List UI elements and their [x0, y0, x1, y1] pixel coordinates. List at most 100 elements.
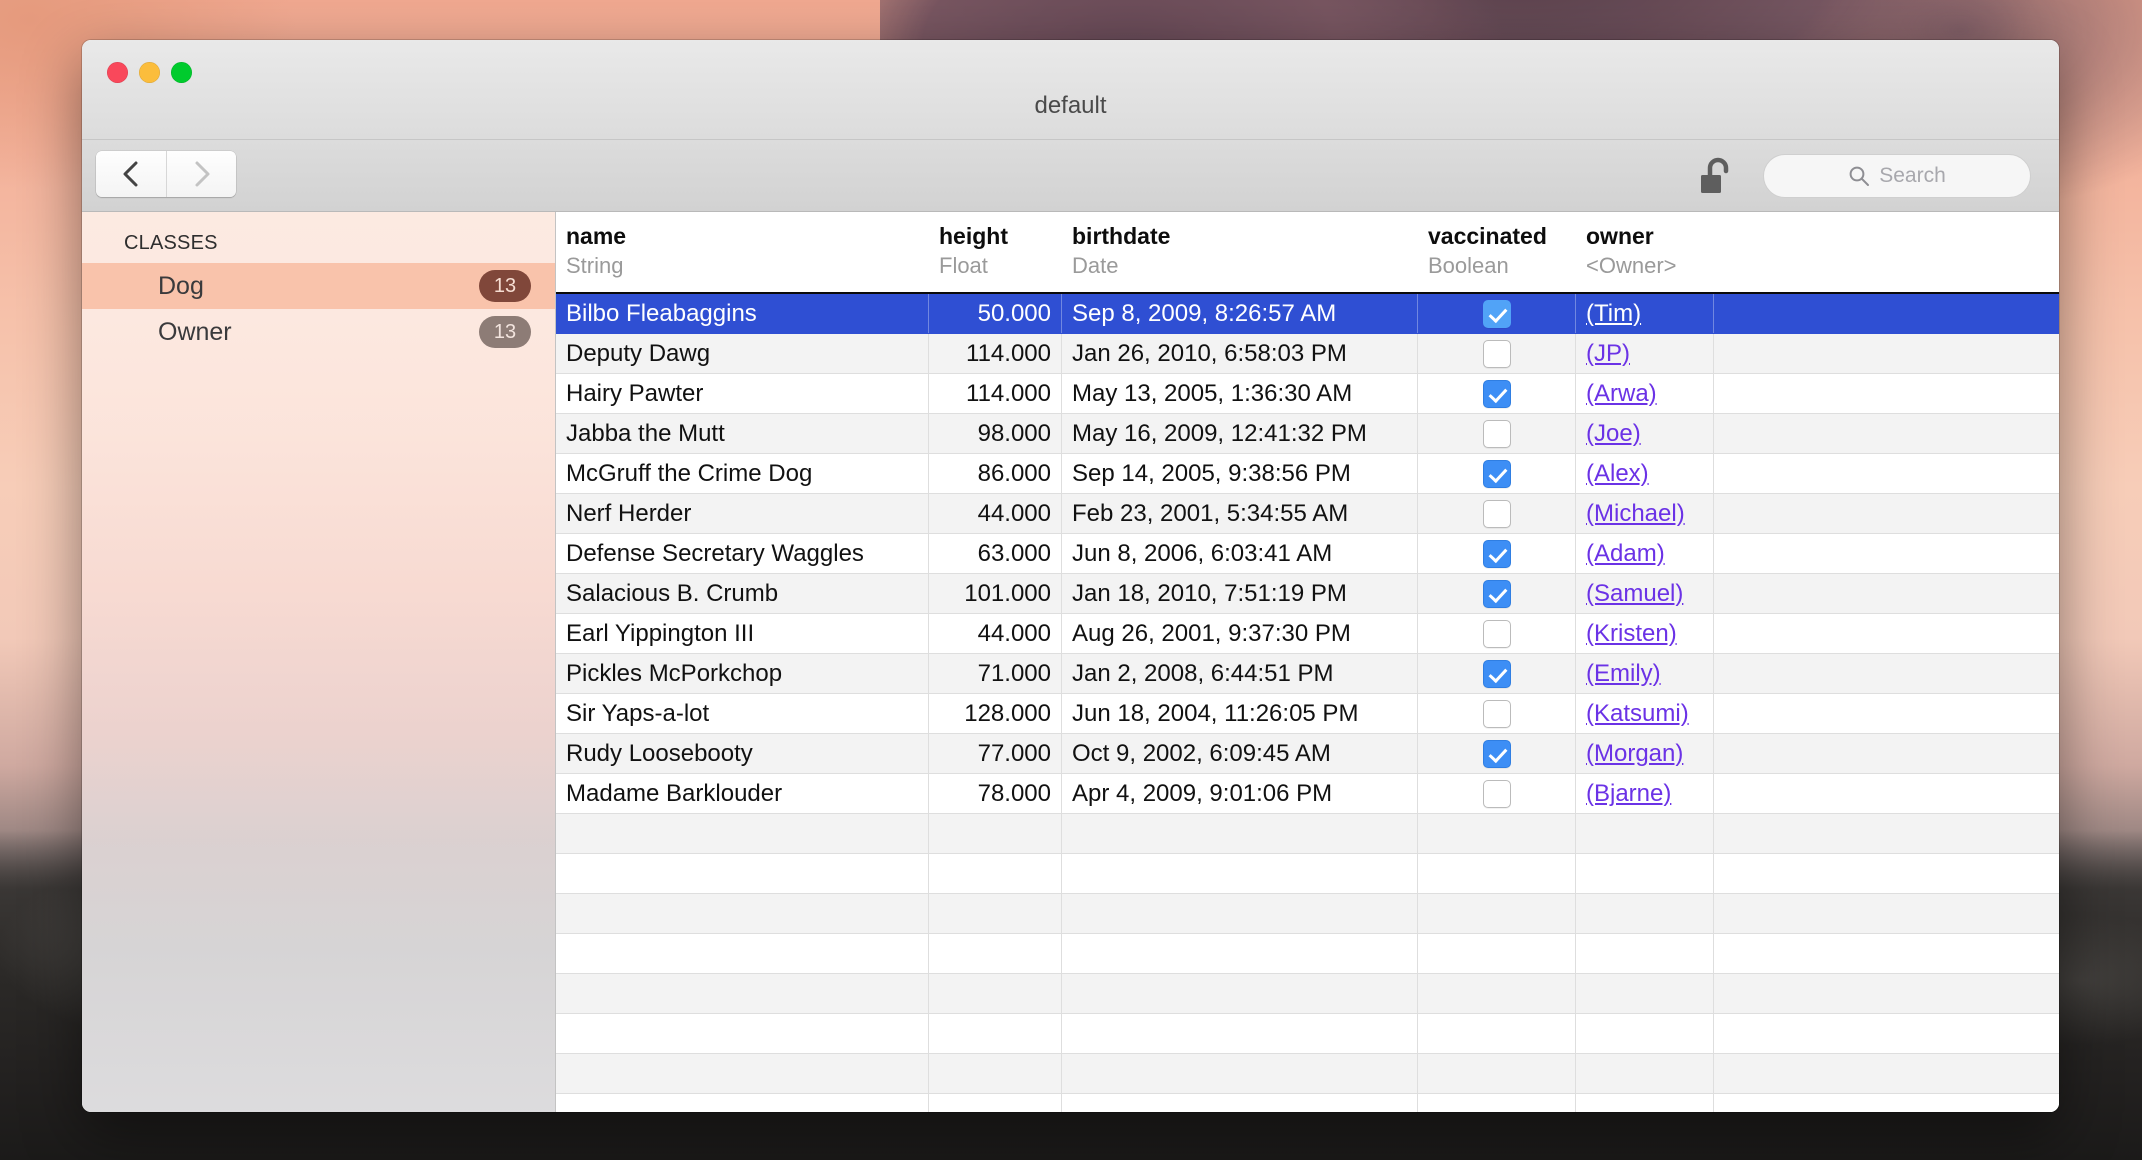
column-header-birthdate[interactable]: birthdate Date	[1062, 212, 1418, 292]
forward-button[interactable]	[166, 151, 236, 197]
cell-empty	[929, 894, 1062, 933]
cell-empty	[1062, 974, 1418, 1013]
column-header-name: birthdate	[1072, 223, 1171, 249]
table-row-empty[interactable]	[556, 934, 2059, 974]
cell-empty	[1062, 934, 1418, 973]
vaccinated-checkbox[interactable]	[1482, 339, 1511, 368]
cell-vaccinated	[1418, 454, 1576, 493]
table-row[interactable]: Salacious B. Crumb 101.000 Jan 18, 2010, 7…	[556, 574, 2059, 614]
column-header-type: Boolean	[1428, 253, 1509, 278]
column-header-name[interactable]: name String	[556, 212, 929, 292]
table-row[interactable]: Bilbo Fleabaggins 50.000 Sep 8, 2009, 8:26…	[556, 294, 2059, 334]
vaccinated-checkbox[interactable]	[1482, 659, 1511, 688]
column-header-owner[interactable]: owner <Owner>	[1576, 212, 1714, 292]
chevron-right-icon	[195, 161, 209, 187]
vaccinated-checkbox[interactable]	[1482, 539, 1511, 568]
vaccinated-checkbox[interactable]	[1482, 499, 1511, 528]
vaccinated-checkbox[interactable]	[1482, 699, 1511, 728]
cell-owner: (Tim)	[1576, 294, 1714, 333]
cell-blank	[1714, 774, 2059, 813]
search-placeholder: Search	[1879, 164, 1946, 187]
column-header-vaccinated[interactable]: vaccinated Boolean	[1418, 212, 1576, 292]
owner-link[interactable]: (Arwa)	[1586, 380, 1657, 408]
cell-empty	[1576, 894, 1714, 933]
cell-owner: (Katsumi)	[1576, 694, 1714, 733]
table-row-empty[interactable]	[556, 974, 2059, 1014]
owner-link[interactable]: (Joe)	[1586, 420, 1641, 448]
cell-empty	[1576, 1094, 1714, 1112]
table-row[interactable]: Earl Yippington III 44.000 Aug 26, 2001, 9…	[556, 614, 2059, 654]
table-row-empty[interactable]	[556, 1054, 2059, 1094]
cell-empty	[1576, 934, 1714, 973]
back-button[interactable]	[96, 151, 166, 197]
vaccinated-checkbox[interactable]	[1482, 579, 1511, 608]
sidebar-item-dog[interactable]: Dog 13	[82, 263, 555, 309]
owner-link[interactable]: (Katsumi)	[1586, 700, 1689, 728]
table-row-empty[interactable]	[556, 1014, 2059, 1054]
owner-link[interactable]: (Alex)	[1586, 460, 1649, 488]
cell-height: 98.000	[929, 414, 1062, 453]
cell-vaccinated	[1418, 774, 1576, 813]
cell-height: 128.000	[929, 694, 1062, 733]
vaccinated-checkbox[interactable]	[1482, 379, 1511, 408]
owner-link[interactable]: (Michael)	[1586, 500, 1685, 528]
cell-empty	[1062, 1094, 1418, 1112]
vaccinated-checkbox[interactable]	[1482, 419, 1511, 448]
table-row[interactable]: McGruff the Crime Dog 86.000 Sep 14, 2005,…	[556, 454, 2059, 494]
table-row[interactable]: Nerf Herder 44.000 Feb 23, 2001, 5:34:55 A…	[556, 494, 2059, 534]
vaccinated-checkbox[interactable]	[1482, 779, 1511, 808]
cell-height: 44.000	[929, 494, 1062, 533]
vaccinated-checkbox[interactable]	[1482, 459, 1511, 488]
cell-empty	[556, 854, 929, 893]
table-row[interactable]: Jabba the Mutt 98.000 May 16, 2009, 12:41:…	[556, 414, 2059, 454]
owner-link[interactable]: (Kristen)	[1586, 620, 1677, 648]
table-row-empty[interactable]	[556, 854, 2059, 894]
cell-birthdate: Apr 4, 2009, 9:01:06 PM	[1062, 774, 1418, 813]
cell-height: 71.000	[929, 654, 1062, 693]
zoom-button[interactable]	[171, 62, 192, 83]
table-row-empty[interactable]	[556, 814, 2059, 854]
table-row[interactable]: Pickles McPorkchop 71.000 Jan 2, 2008, 6:4…	[556, 654, 2059, 694]
cell-birthdate: Jan 18, 2010, 7:51:19 PM	[1062, 574, 1418, 613]
cell-vaccinated	[1418, 734, 1576, 773]
cell-empty	[929, 854, 1062, 893]
owner-link[interactable]: (Emily)	[1586, 660, 1661, 688]
close-button[interactable]	[107, 62, 128, 83]
window-body: CLASSES Dog 13 Owner 13 name String height Flo…	[82, 212, 2059, 1112]
table-row[interactable]: Defense Secretary Waggles 63.000 Jun 8, 20…	[556, 534, 2059, 574]
owner-link[interactable]: (Morgan)	[1586, 740, 1683, 768]
owner-link[interactable]: (Samuel)	[1586, 580, 1683, 608]
owner-link[interactable]: (Bjarne)	[1586, 780, 1671, 808]
cell-birthdate: Oct 9, 2002, 6:09:45 AM	[1062, 734, 1418, 773]
cell-vaccinated	[1418, 414, 1576, 453]
column-header-height[interactable]: height Float	[929, 212, 1062, 292]
cell-empty	[1576, 974, 1714, 1013]
table-row[interactable]: Sir Yaps-a-lot 128.000 Jun 18, 2004, 11:26…	[556, 694, 2059, 734]
cell-owner: (Alex)	[1576, 454, 1714, 493]
owner-link[interactable]: (Adam)	[1586, 540, 1665, 568]
vaccinated-checkbox[interactable]	[1482, 739, 1511, 768]
cell-height: 78.000	[929, 774, 1062, 813]
cell-blank	[1714, 574, 2059, 613]
sidebar-item-owner[interactable]: Owner 13	[82, 309, 555, 355]
table-row-empty[interactable]	[556, 894, 2059, 934]
table-row[interactable]: Rudy Loosebooty 77.000 Oct 9, 2002, 6:09:4…	[556, 734, 2059, 774]
table-row[interactable]: Madame Barklouder 78.000 Apr 4, 2009, 9:01…	[556, 774, 2059, 814]
search-input[interactable]: Search	[1763, 154, 2031, 198]
table-row-empty[interactable]	[556, 1094, 2059, 1112]
cell-name: Bilbo Fleabaggins	[556, 294, 929, 333]
owner-link[interactable]: (Tim)	[1586, 300, 1641, 328]
table-row[interactable]: Hairy Pawter 114.000 May 13, 2005, 1:36:30…	[556, 374, 2059, 414]
owner-link[interactable]: (JP)	[1586, 340, 1630, 368]
minimize-button[interactable]	[139, 62, 160, 83]
cell-empty	[556, 1014, 929, 1053]
vaccinated-checkbox[interactable]	[1482, 619, 1511, 648]
cell-empty	[1714, 894, 2059, 933]
cell-empty	[1714, 974, 2059, 1013]
cell-owner: (Emily)	[1576, 654, 1714, 693]
vaccinated-checkbox[interactable]	[1482, 299, 1511, 328]
cell-birthdate: Jun 8, 2006, 6:03:41 AM	[1062, 534, 1418, 573]
cell-empty	[929, 814, 1062, 853]
unlocked-padlock-icon[interactable]	[1697, 156, 1737, 198]
table-row[interactable]: Deputy Dawg 114.000 Jan 26, 2010, 6:58:03 …	[556, 334, 2059, 374]
